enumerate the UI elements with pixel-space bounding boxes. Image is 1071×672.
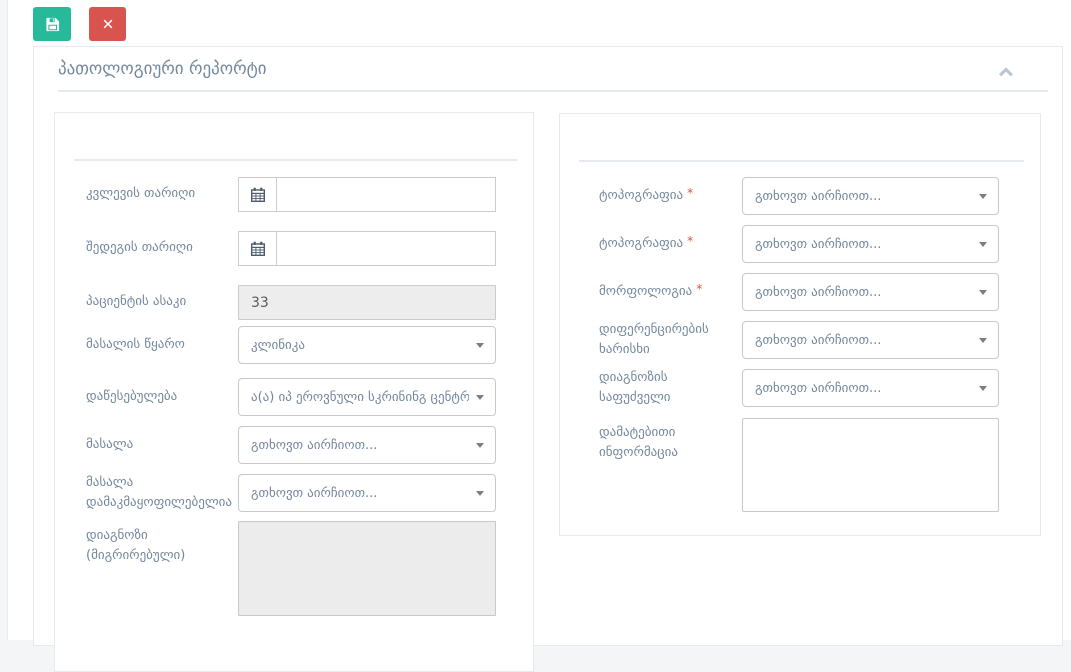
save-button[interactable]: [33, 7, 71, 41]
form-row: პაციენტის ასაკი: [55, 285, 533, 320]
panel-header: პათოლოგიური რეპორტი: [58, 47, 1048, 92]
x-icon: [102, 18, 114, 30]
differentiation-grade-label: დიფერენცირების ხარისხი: [599, 321, 739, 359]
additional-info-textarea[interactable]: [742, 418, 999, 512]
diagnosis-basis-dropdown[interactable]: გთხოვთ აირჩიოთ...: [742, 369, 999, 407]
page-title: პათოლოგიური რეპორტი: [58, 47, 1048, 92]
morphology-label: მორფოლოგია*: [599, 273, 739, 311]
institution-dropdown[interactable]: ა(ა) იპ ეროვნული სკრინინგ ცენტრ...: [238, 378, 496, 416]
caret-down-icon: [979, 386, 987, 391]
form-row: მასალის წყარო კლინიკა: [55, 326, 533, 364]
caret-down-icon: [979, 290, 987, 295]
study-date-input-group: [238, 177, 496, 212]
box-right-divider: [579, 160, 1024, 162]
study-date-input[interactable]: [277, 178, 495, 211]
form-row: დიაგნოზი (მიგრირებული): [55, 521, 533, 616]
required-marker: *: [687, 184, 693, 203]
material-label: მასალა: [86, 426, 236, 464]
material-satisfactory-label: მასალა დამაკმაყოფილებელია: [86, 474, 236, 512]
migrated-diagnosis-textarea: [238, 521, 496, 616]
calendar-icon[interactable]: [239, 232, 277, 265]
material-dropdown[interactable]: გთხოვთ აირჩიოთ...: [238, 426, 496, 464]
caret-down-icon: [476, 395, 484, 400]
close-button[interactable]: [89, 7, 126, 41]
result-date-input[interactable]: [277, 232, 495, 265]
differentiation-grade-dropdown[interactable]: გთხოვთ აირჩიოთ...: [742, 321, 999, 359]
caret-down-icon: [979, 242, 987, 247]
form-row: შედეგის თარიღი: [55, 231, 533, 266]
form-row: დიფერენცირების ხარისხი გთხოვთ აირჩიოთ...: [560, 321, 1040, 359]
caret-down-icon: [476, 443, 484, 448]
caret-down-icon: [979, 194, 987, 199]
box-left-divider: [74, 159, 517, 161]
pathology-report-panel: პათოლოგიური რეპორტი კვლევის თარიღი: [33, 46, 1063, 646]
calendar-icon[interactable]: [239, 178, 277, 211]
form-row: მორფოლოგია* გთხოვთ აირჩიოთ...: [560, 273, 1040, 311]
form-row: ტოპოგრაფია* გთხოვთ აირჩიოთ...: [560, 225, 1040, 263]
topography-1-dropdown[interactable]: გთხოვთ აირჩიოთ...: [742, 177, 999, 215]
form-row: ტოპოგრაფია* გთხოვთ აირჩიოთ...: [560, 177, 1040, 215]
morphology-dropdown[interactable]: გთხოვთ აირჩიოთ...: [742, 273, 999, 311]
caret-down-icon: [476, 491, 484, 496]
material-satisfactory-dropdown[interactable]: გთხოვთ აირჩიოთ...: [238, 474, 496, 512]
required-marker: *: [687, 232, 693, 251]
diagnosis-codes-box: ტოპოგრაფია* გთხოვთ აირჩიოთ... ტოპოგრაფია…: [559, 113, 1041, 536]
report-details-box: კვლევის თარიღი: [54, 112, 534, 672]
required-marker: *: [696, 280, 702, 299]
material-source-label: მასალის წყარო: [86, 326, 236, 364]
patient-age-label: პაციენტის ასაკი: [86, 285, 236, 320]
diagnosis-basis-label: დიაგნოზის საფუძველი: [599, 369, 739, 407]
result-date-label: შედეგის თარიღი: [86, 231, 236, 266]
result-date-input-group: [238, 231, 496, 266]
topography-2-label: ტოპოგრაფია*: [599, 225, 739, 263]
form-row: კვლევის თარიღი: [55, 177, 533, 212]
additional-info-label: დამატებითი ინფორმაცია: [599, 418, 739, 512]
caret-down-icon: [979, 338, 987, 343]
collapse-toggle[interactable]: [998, 63, 1014, 75]
form-row: დამატებითი ინფორმაცია: [560, 418, 1040, 512]
form-row: მასალა დამაკმაყოფილებელია გთხოვთ აირჩიოთ…: [55, 474, 533, 512]
chevron-up-icon: [998, 63, 1014, 82]
caret-down-icon: [476, 343, 484, 348]
topography-1-label: ტოპოგრაფია*: [599, 177, 739, 215]
topography-2-dropdown[interactable]: გთხოვთ აირჩიოთ...: [742, 225, 999, 263]
form-row: მასალა გთხოვთ აირჩიოთ...: [55, 426, 533, 464]
material-source-dropdown[interactable]: კლინიკა: [238, 326, 496, 364]
form-row: დაწესებულება ა(ა) იპ ეროვნული სკრინინგ ც…: [55, 378, 533, 416]
migrated-diagnosis-label: დიაგნოზი (მიგრირებული): [86, 521, 236, 616]
patient-age-field: [238, 285, 496, 320]
study-date-label: კვლევის თარიღი: [86, 177, 236, 212]
form-row: დიაგნოზის საფუძველი გთხოვთ აირჩიოთ...: [560, 369, 1040, 407]
institution-label: დაწესებულება: [86, 378, 236, 416]
floppy-disk-icon: [45, 17, 60, 32]
